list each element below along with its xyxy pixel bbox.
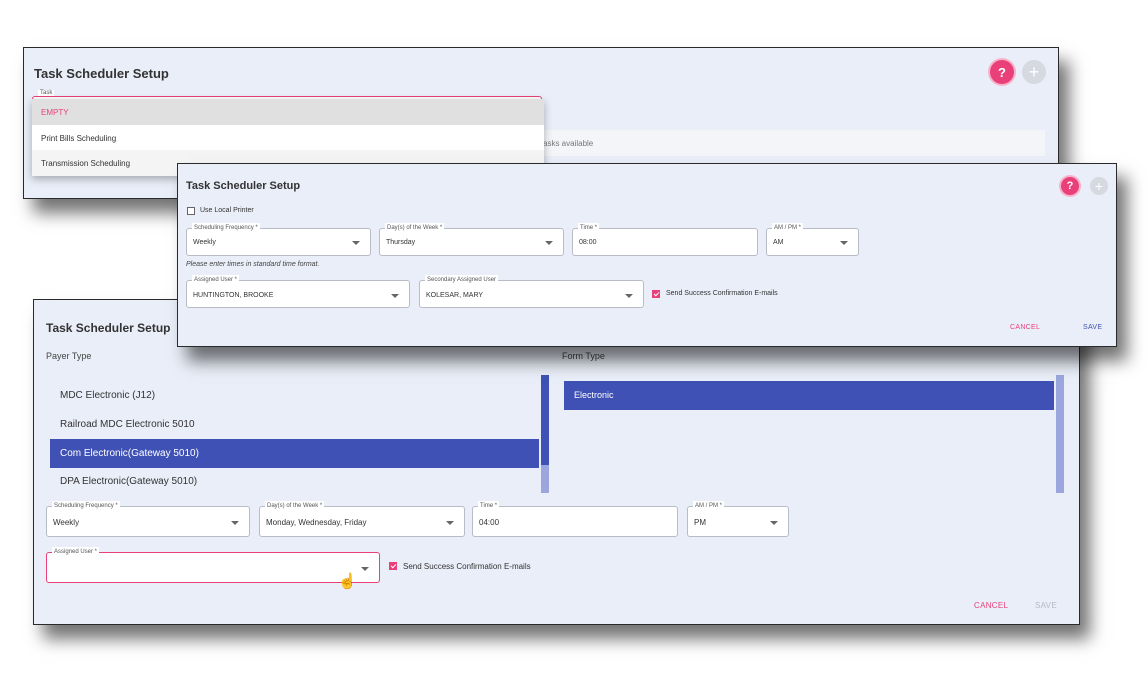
dropdown-option-label: Print Bills Scheduling	[41, 134, 117, 143]
scheduling-frequency-select[interactable]: Scheduling Frequency * Weekly	[46, 501, 250, 537]
chevron-down-icon	[231, 521, 239, 525]
scheduling-frequency-select[interactable]: Scheduling Frequency * Weekly	[186, 223, 371, 256]
field-value: PM	[694, 518, 706, 527]
add-icon[interactable]: +	[1022, 60, 1046, 84]
list-item-label: Com Electronic(Gateway 5010)	[60, 448, 199, 459]
cancel-button[interactable]: CANCEL	[1010, 324, 1040, 331]
field-label: AM / PM *	[693, 501, 725, 511]
page-title: Task Scheduler Setup	[46, 321, 171, 335]
chevron-down-icon	[770, 521, 778, 525]
chevron-down-icon	[625, 294, 633, 298]
time-input[interactable]: Time * 08:00	[572, 223, 758, 256]
field-value: HUNTINGTON, BROOKE	[193, 292, 274, 299]
field-label: Time *	[478, 501, 500, 511]
form-type-label: Form Type	[562, 351, 605, 361]
field-label: Assigned User *	[192, 275, 240, 285]
dropdown-option-empty[interactable]: EMPTY	[32, 99, 544, 125]
assigned-user-select[interactable]: Assigned User *	[46, 547, 380, 583]
save-button[interactable]: SAVE	[1035, 601, 1057, 610]
days-of-week-select[interactable]: Day(s) of the Week * Thursday	[379, 223, 564, 256]
page-title: Task Scheduler Setup	[186, 180, 301, 192]
send-confirmation-checkbox[interactable]	[389, 562, 397, 570]
info-bar: asks available	[539, 130, 1045, 156]
field-label: Scheduling Frequency *	[192, 223, 260, 233]
form-list-scrollbar[interactable]	[1056, 375, 1064, 493]
field-value: Weekly	[53, 518, 80, 527]
info-message: asks available	[543, 139, 594, 148]
field-label: Day(s) of the Week *	[385, 223, 445, 233]
field-value: 04:00	[479, 518, 500, 527]
field-label: AM / PM *	[772, 223, 804, 233]
use-local-printer-label: Use Local Printer	[200, 207, 254, 214]
cursor-hand-icon: ☝	[338, 573, 357, 590]
field-label: Secondary Assigned User	[425, 275, 499, 285]
payer-type-list: MDC Electronic (J12) Railroad MDC Electr…	[50, 375, 550, 493]
payer-type-label: Payer Type	[46, 351, 92, 361]
am-pm-select[interactable]: AM / PM * PM	[687, 501, 789, 537]
days-of-week-select[interactable]: Day(s) of the Week * Monday, Wednesday, …	[259, 501, 465, 537]
panel-payer-schedule: Task Scheduler Setup Payer Type Form Typ…	[33, 299, 1080, 625]
send-confirmation-checkbox[interactable]	[652, 290, 660, 298]
dropdown-option-print-bills[interactable]: Print Bills Scheduling	[32, 125, 544, 150]
field-value: 08:00	[579, 239, 597, 246]
panel-weekly-schedule: Task Scheduler Setup ? + Use Local Print…	[177, 163, 1117, 347]
help-icon[interactable]: ?	[990, 60, 1014, 84]
field-label: Assigned User *	[52, 547, 100, 557]
cancel-button[interactable]: CANCEL	[974, 601, 1008, 610]
list-item-label: Electronic	[574, 390, 614, 400]
add-icon[interactable]: +	[1090, 177, 1108, 195]
list-item-label: DPA Electronic(Gateway 5010)	[60, 476, 198, 487]
chevron-down-icon	[361, 567, 369, 571]
assigned-user-select[interactable]: Assigned User * HUNTINGTON, BROOKE	[186, 275, 410, 308]
list-item[interactable]: MDC Electronic (J12)	[50, 381, 539, 410]
dropdown-option-label: Transmission Scheduling	[41, 159, 131, 168]
list-item[interactable]: DPA Electronic(Gateway 5010)	[50, 468, 539, 497]
list-item-label: Railroad MDC Electronic 5010	[60, 419, 195, 430]
field-label: Time *	[578, 223, 600, 233]
list-item-selected[interactable]: Com Electronic(Gateway 5010)	[50, 439, 539, 468]
secondary-user-select[interactable]: Secondary Assigned User KOLESAR, MARY	[419, 275, 644, 308]
chevron-down-icon	[391, 294, 399, 298]
chevron-down-icon	[352, 241, 360, 245]
scrollbar-thumb[interactable]	[541, 375, 549, 465]
chevron-down-icon	[840, 241, 848, 245]
form-type-list: Electronic	[564, 375, 1067, 493]
list-item-selected[interactable]: Electronic	[564, 381, 1054, 410]
dropdown-option-label: EMPTY	[41, 108, 69, 117]
use-local-printer-checkbox[interactable]	[187, 207, 195, 215]
field-value: Monday, Wednesday, Friday	[266, 518, 367, 527]
list-item[interactable]: Railroad MDC Electronic 5010	[50, 410, 539, 439]
am-pm-select[interactable]: AM / PM * AM	[766, 223, 859, 256]
chevron-down-icon	[545, 241, 553, 245]
send-confirmation-label: Send Success Confirmation E-mails	[403, 562, 531, 571]
field-value: AM	[773, 239, 784, 246]
field-value: Thursday	[386, 239, 416, 246]
time-format-hint: Please enter times in standard time form…	[186, 261, 320, 268]
send-confirmation-label: Send Success Confirmation E-mails	[666, 290, 778, 297]
payer-list-scrollbar[interactable]	[541, 375, 549, 493]
chevron-down-icon	[446, 521, 454, 525]
page-title: Task Scheduler Setup	[34, 66, 169, 81]
field-label: Scheduling Frequency *	[52, 501, 120, 511]
save-button[interactable]: SAVE	[1083, 324, 1102, 331]
time-input[interactable]: Time * 04:00	[472, 501, 678, 537]
task-field-label: Task	[38, 90, 55, 96]
field-value: Weekly	[193, 239, 216, 246]
list-item-label: MDC Electronic (J12)	[60, 390, 156, 401]
help-icon[interactable]: ?	[1061, 177, 1079, 195]
field-value: KOLESAR, MARY	[426, 292, 484, 299]
field-label: Day(s) of the Week *	[265, 501, 325, 511]
